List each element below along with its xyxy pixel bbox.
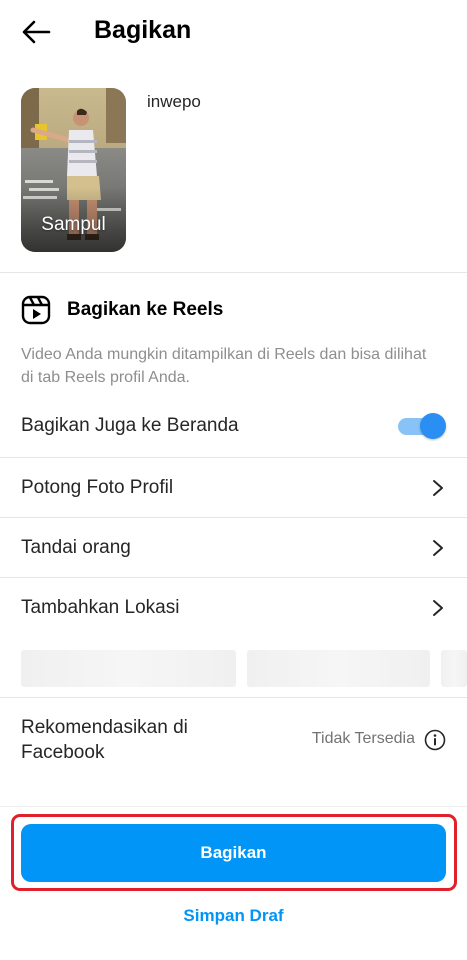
- recommend-facebook-status: Tidak Tersedia: [311, 730, 415, 747]
- share-to-feed-toggle[interactable]: [398, 411, 446, 441]
- cover-thumbnail[interactable]: Sampul: [21, 88, 126, 252]
- tag-people-row[interactable]: Tandai orang: [0, 519, 467, 577]
- chevron-right-icon: [433, 480, 443, 496]
- tag-people-label: Tandai orang: [21, 537, 131, 558]
- cover-label: Sampul: [41, 214, 106, 235]
- reels-header: Bagikan ke Reels: [21, 294, 223, 326]
- location-suggestion-placeholder: [21, 650, 236, 687]
- recommend-facebook-label: Rekomendasikan di Facebook: [21, 717, 188, 763]
- reels-description: Video Anda mungkin ditampilkan di Reels …: [21, 346, 427, 386]
- divider: [0, 272, 467, 273]
- share-button[interactable]: Bagikan: [21, 824, 446, 882]
- location-suggestion-placeholder: [247, 650, 430, 687]
- username: inwepo: [147, 92, 201, 111]
- page-title: Bagikan: [94, 16, 192, 44]
- chevron-right-icon: [433, 540, 443, 556]
- back-button[interactable]: [16, 14, 56, 50]
- share-to-feed-row: Bagikan Juga ke Beranda: [21, 408, 446, 444]
- divider: [0, 577, 467, 578]
- divider: [0, 697, 467, 698]
- header: Bagikan: [0, 0, 467, 64]
- divider: [0, 457, 467, 458]
- save-draft-button[interactable]: Simpan Draf: [0, 906, 467, 926]
- chevron-right-icon: [433, 600, 443, 616]
- crop-profile-photo-label: Potong Foto Profil: [21, 477, 174, 498]
- reels-title: Bagikan ke Reels: [67, 299, 224, 320]
- location-suggestion-placeholder: [441, 650, 467, 687]
- divider: [0, 517, 467, 518]
- arrow-left-icon: [22, 20, 51, 44]
- add-location-label: Tambahkan Lokasi: [21, 597, 180, 618]
- add-location-row[interactable]: Tambahkan Lokasi: [0, 579, 467, 637]
- toggle-knob: [420, 413, 446, 439]
- info-icon[interactable]: [424, 729, 446, 751]
- share-to-feed-label: Bagikan Juga ke Beranda: [21, 415, 239, 436]
- reels-icon: [21, 295, 51, 325]
- crop-profile-photo-row[interactable]: Potong Foto Profil: [0, 459, 467, 517]
